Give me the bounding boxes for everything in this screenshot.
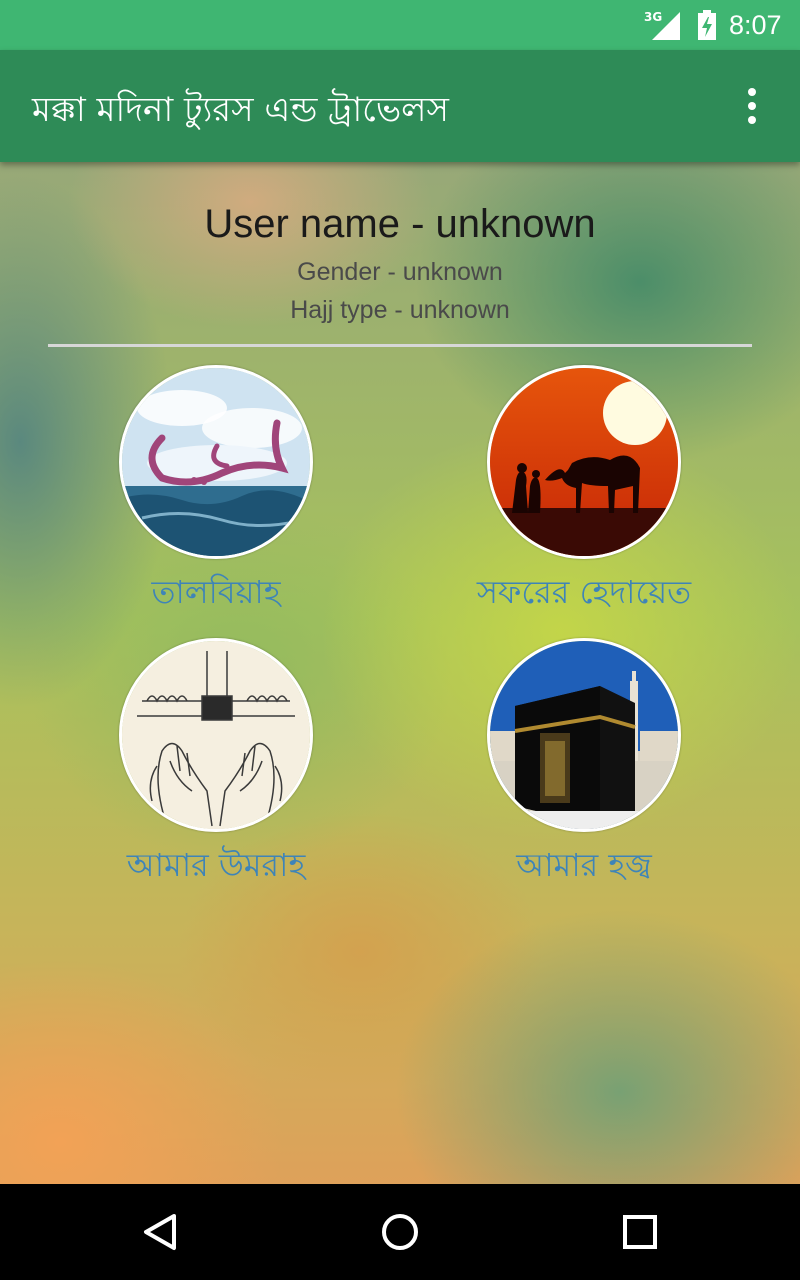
home-icon[interactable] [370, 1202, 430, 1262]
tile-my-umrah[interactable]: আমার উমরাহ [66, 638, 366, 894]
clock: 8:07 [729, 10, 782, 40]
user-name: User name - unknown [204, 202, 596, 246]
tile-label-my-umrah: আমার উমরাহ [126, 846, 306, 884]
praying-hands-icon [119, 638, 313, 832]
signal-icon [652, 12, 680, 40]
overflow-menu-icon[interactable] [734, 84, 770, 128]
tile-my-hajj[interactable]: আমার হজ্ব [434, 638, 734, 894]
navigation-bar [0, 1184, 800, 1280]
battery-charging-icon [698, 10, 716, 40]
tile-label-travel-guidance: সফরের হেদায়েত [476, 573, 692, 611]
app-title: মক্কা মদিনা ট্যুরস এন্ড ট্রাভেলস [32, 90, 449, 130]
labbaik-calligraphy-icon [119, 365, 313, 559]
gender-text: Gender - unknown [297, 258, 503, 286]
camel-sunset-icon [487, 365, 681, 559]
recents-icon[interactable] [610, 1202, 670, 1262]
back-icon[interactable] [130, 1202, 190, 1262]
tile-travel-guidance[interactable]: সফরের হেদায়েত [434, 365, 734, 621]
main-content: User name - unknown Gender - unknown Haj… [0, 162, 800, 1184]
divider [48, 344, 752, 347]
hajj-type-text: Hajj type - unknown [290, 296, 510, 324]
tile-label-talbiyah: তালবিয়াহ [151, 573, 281, 611]
tile-label-my-hajj: আমার হজ্ব [516, 846, 652, 884]
kaaba-photo-icon [487, 638, 681, 832]
tile-talbiyah[interactable]: তালবিয়াহ [66, 365, 366, 621]
app-bar: মক্কা মদিনা ট্যুরস এন্ড ট্রাভেলস [0, 50, 800, 162]
status-bar: 3G 8:07 [0, 0, 800, 50]
